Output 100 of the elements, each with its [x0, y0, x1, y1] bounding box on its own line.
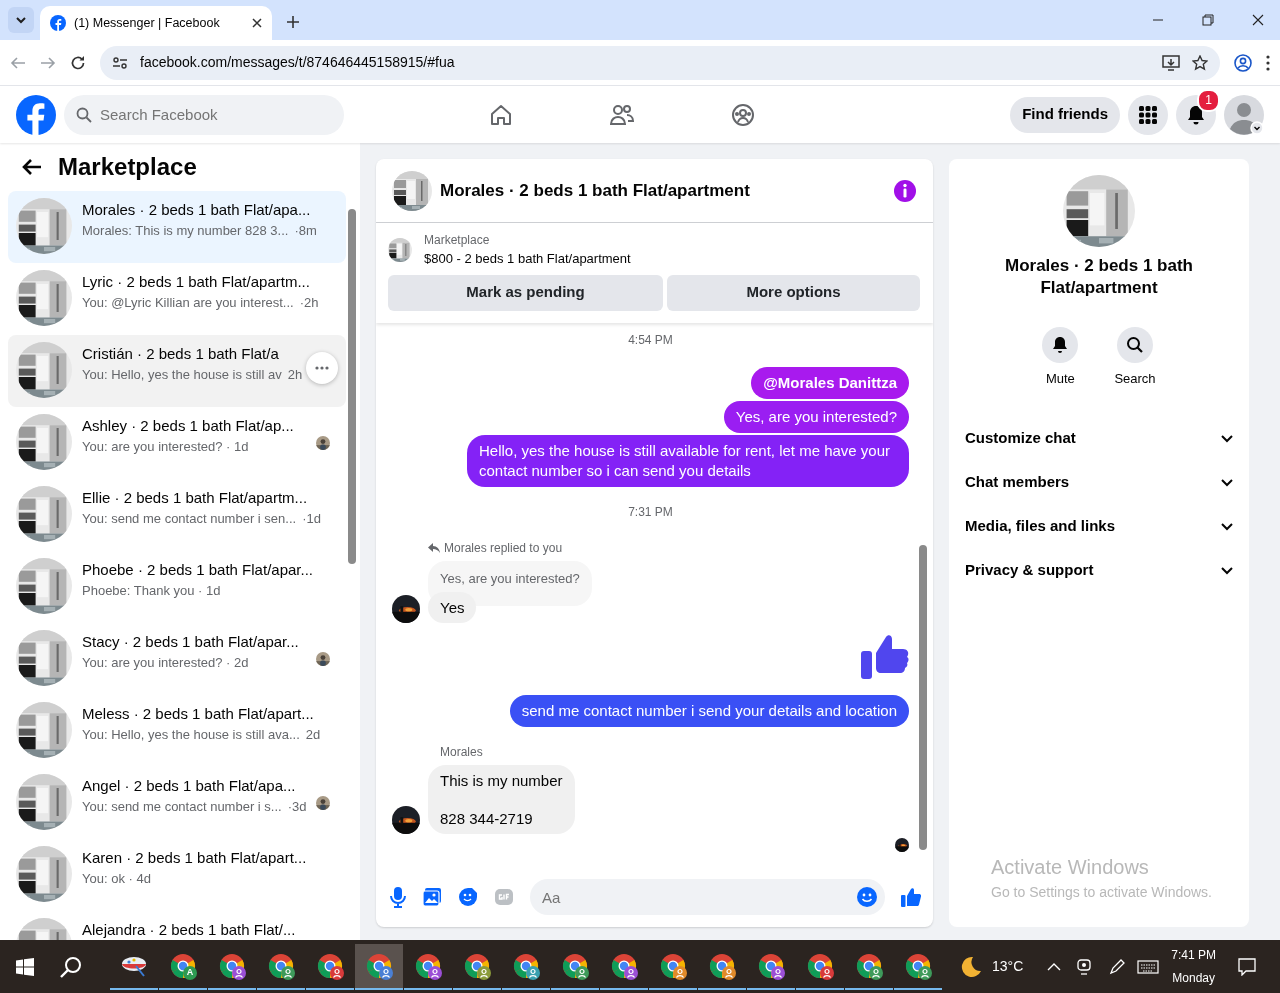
- menu-button[interactable]: [1128, 94, 1168, 135]
- message-bubble: Hello, yes the house is still available for rent, let me have your contact number so i can send you details: [467, 434, 909, 487]
- conversation-title: Lyric · 2 beds 1 bath Flat/apartm...: [82, 273, 310, 291]
- conversation-item[interactable]: Ashley · 2 beds 1 bath Flat/ap... You: are you interested? · 1d: [8, 407, 346, 479]
- conversation-title: Ellie · 2 beds 1 bath Flat/apartm...: [82, 489, 308, 507]
- url-text: facebook.com/messages/t/874646445158915/#fua: [140, 53, 456, 72]
- sticker-icon[interactable]: [458, 887, 478, 907]
- facebook-logo-icon: [50, 15, 66, 31]
- mute-button[interactable]: [1042, 327, 1079, 364]
- panel-title: Marketplace: [58, 152, 197, 182]
- close-icon[interactable]: [1252, 14, 1264, 26]
- conversation-item[interactable]: Ellie · 2 beds 1 bath Flat/apartm... You: send me contact number i sen... ·1d: [8, 479, 346, 551]
- conversation-title: Phoebe · 2 beds 1 bath Flat/apar...: [82, 561, 313, 579]
- chevron-icon: [1221, 434, 1233, 443]
- keyboard-icon[interactable]: [1137, 959, 1160, 974]
- conversation-item[interactable]: Stacy · 2 beds 1 bath Flat/apar... You: are you interested? · 2d: [8, 623, 346, 695]
- conversation-item[interactable]: Meless · 2 beds 1 bath Flat/apart... You: Hello, yes the house is still ava... 2d: [8, 695, 346, 767]
- account-button[interactable]: [1224, 94, 1264, 135]
- conversation-title: Angel · 2 beds 1 bath Flat/apa...: [82, 777, 296, 795]
- message-bubble: @Morales Danittza: [751, 366, 909, 399]
- message-preview: Morales: This is my number 828 3...: [82, 222, 289, 241]
- search-field[interactable]: Search Facebook: [64, 94, 344, 135]
- section-title: Chat members: [965, 472, 1070, 493]
- message-preview: You: Hello, yes the house is still av: [82, 366, 282, 385]
- microphone-icon[interactable]: [390, 886, 406, 908]
- reply-icon: [428, 542, 440, 553]
- message-preview: You: are you interested? · 2d: [82, 654, 249, 673]
- taskbar-app[interactable]: A: [159, 943, 207, 990]
- facebook-logo-icon[interactable]: [16, 94, 56, 135]
- groups-icon[interactable]: [731, 102, 756, 127]
- section-header[interactable]: Privacy & support: [949, 548, 1249, 593]
- conversation-item[interactable]: Karen · 2 beds 1 bath Flat/apart... You: ok · 4d: [8, 839, 346, 911]
- action-label: Mute: [1045, 370, 1075, 389]
- profile-icon[interactable]: [1234, 53, 1252, 72]
- close-icon[interactable]: [252, 18, 262, 28]
- conversation-item[interactable]: Cristián · 2 beds 1 bath Flat/a You: Hello, yes the house is still av 2h: [8, 335, 346, 407]
- site-settings-icon[interactable]: [112, 54, 128, 71]
- message-time: ·8m: [294, 222, 317, 241]
- scrollbar-thumb[interactable]: [348, 209, 356, 564]
- bookmark-star-icon[interactable]: [1192, 54, 1208, 71]
- start-icon[interactable]: [16, 957, 34, 976]
- section-header[interactable]: Customize chat: [949, 416, 1249, 461]
- search-icon[interactable]: [60, 955, 82, 978]
- taskbar-app[interactable]: [355, 943, 403, 990]
- restore-icon[interactable]: [1202, 14, 1214, 26]
- conversation-title: Alejandra · 2 beds 1 bath Flat/...: [82, 921, 296, 939]
- listing-price: $800 - 2 beds 1 bath Flat/apartment: [424, 250, 631, 268]
- find-friends-button[interactable]: Find friends: [1010, 96, 1120, 133]
- conversation-item[interactable]: Morales · 2 beds 1 bath Flat/apa... Morales: This is my number 828 3... ·8m: [8, 191, 346, 263]
- chevron-icon: [1221, 522, 1233, 531]
- section-title: Customize chat: [965, 428, 1076, 449]
- watermark-text: Go to Settings to activate Windows.: [991, 883, 1212, 902]
- notifications-icon[interactable]: [1238, 957, 1256, 976]
- friends-icon[interactable]: [609, 102, 636, 127]
- chevron-icon: [1221, 478, 1233, 487]
- section-header[interactable]: Media, files and links: [949, 504, 1249, 549]
- message-time: ·2h: [299, 294, 319, 313]
- chevron-icon: [1221, 566, 1233, 575]
- action-label: Search: [1114, 370, 1156, 389]
- clock-time: 7:41 PM: [1171, 946, 1216, 964]
- back-icon[interactable]: [10, 54, 26, 71]
- photo-icon[interactable]: [422, 887, 442, 907]
- info-icon[interactable]: [893, 178, 917, 203]
- message-bubble: send me contact number i send your details and location: [509, 695, 909, 727]
- section-header[interactable]: Chat members: [949, 460, 1249, 505]
- details-title: Morales · 2 beds 1 bath Flat/apartment: [1004, 255, 1194, 300]
- tab-list-button[interactable]: [8, 7, 34, 33]
- menu-icon[interactable]: [1266, 54, 1270, 71]
- timestamp: 7:31 PM: [627, 503, 674, 521]
- temperature: 13°C: [992, 957, 1024, 976]
- message-bubble: Yes, are you interested?: [723, 400, 909, 433]
- conversation-title: Cristián · 2 beds 1 bath Flat/a: [82, 345, 279, 363]
- message-preview: You: Hello, yes the house is still ava...: [82, 726, 300, 745]
- conversation-item[interactable]: Lyric · 2 beds 1 bath Flat/apartm... You: @Lyric Killian are you interest... ·2h: [8, 263, 346, 335]
- conversation-title: Morales · 2 beds 1 bath Flat/apa...: [82, 201, 311, 219]
- pen-icon[interactable]: [1109, 958, 1126, 975]
- browser-tab[interactable]: (1) Messenger | Facebook: [40, 6, 272, 40]
- mark-pending-button[interactable]: Mark as pending: [388, 274, 663, 311]
- conversation-item[interactable]: Angel · 2 beds 1 bath Flat/apa... You: send me contact number i s... ·3d: [8, 767, 346, 839]
- address-field[interactable]: facebook.com/messages/t/874646445158915/#fua: [100, 45, 1220, 80]
- grid-menu-icon: [1138, 104, 1158, 125]
- search-button[interactable]: [1117, 327, 1153, 364]
- scrollbar-thumb[interactable]: [919, 544, 927, 850]
- camera-icon[interactable]: [1077, 958, 1092, 975]
- emoji-icon[interactable]: [857, 887, 877, 907]
- plus-icon[interactable]: [286, 15, 300, 29]
- conversation-item[interactable]: Phoebe · 2 beds 1 bath Flat/apar... Phoebe: Thank you · 1d: [8, 551, 346, 623]
- home-icon[interactable]: [489, 102, 514, 127]
- install-app-icon[interactable]: [1162, 54, 1180, 71]
- bell-icon: [1186, 104, 1206, 125]
- more-options-button[interactable]: More options: [667, 274, 920, 311]
- back-arrow-icon[interactable]: [22, 158, 42, 176]
- reload-icon[interactable]: [70, 54, 86, 71]
- message-bubble: This is my number 828 344-2719: [428, 765, 575, 834]
- message-input[interactable]: Aa: [530, 879, 885, 915]
- conversation-title: Ashley · 2 beds 1 bath Flat/ap...: [82, 417, 294, 435]
- conversation-title: Karen · 2 beds 1 bath Flat/apart...: [82, 849, 307, 867]
- thumbs-up-icon[interactable]: [901, 887, 921, 907]
- chevron-up-icon[interactable]: [1047, 962, 1062, 971]
- forward-icon[interactable]: [40, 54, 56, 71]
